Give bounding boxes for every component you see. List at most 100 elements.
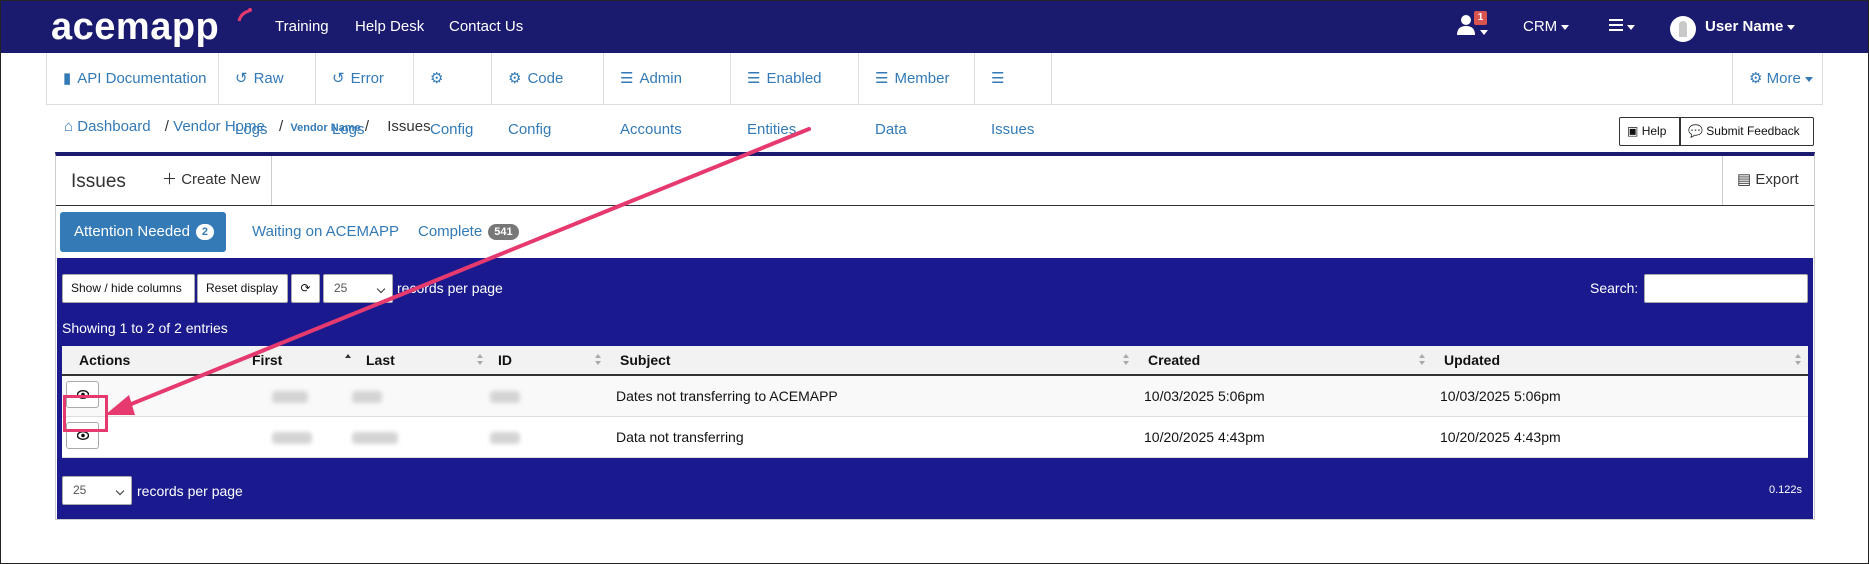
sort-icon: [1419, 354, 1426, 366]
list-icon: ☰: [620, 70, 634, 87]
breadcrumb-current: Issues: [387, 118, 431, 135]
notification-badge: 1: [1474, 11, 1487, 25]
last-cell: [352, 375, 490, 417]
records-per-page-label: records per page: [137, 483, 243, 499]
top-navbar: acemapp Training Help Desk Contact Us 1 …: [1, 1, 1868, 53]
redacted-text: [352, 391, 382, 404]
panel-title: Issues: [71, 171, 126, 192]
table-row: Data not transferring 10/20/2025 4:43pm …: [62, 416, 1808, 458]
show-hide-columns-button[interactable]: Show / hide columns: [62, 274, 195, 303]
nav-training[interactable]: Training: [275, 18, 329, 36]
subnav-code-config[interactable]: ⚙ Code Config: [492, 53, 604, 138]
created-cell: 10/20/2025 4:43pm: [1136, 416, 1432, 458]
datatable-wrapper: Show / hide columns Reset display ⟳ 25 r…: [57, 258, 1813, 519]
id-cell: [490, 416, 608, 458]
subnav-more-menu[interactable]: ⚙ More: [1732, 53, 1822, 104]
file-export-icon: ▤: [1737, 171, 1752, 188]
user-menu[interactable]: User Name: [1705, 18, 1796, 36]
cogs-icon: ⚙: [508, 70, 522, 87]
column-header-id[interactable]: ID: [490, 346, 608, 376]
records-per-page-label: records per page: [397, 280, 503, 296]
create-new-button[interactable]: ＋ Create New: [160, 156, 272, 205]
page-size-select-top[interactable]: 25: [323, 274, 393, 303]
tab-attention-needed[interactable]: Attention Needed 2: [60, 212, 226, 252]
tab-complete[interactable]: Complete 541: [404, 212, 524, 252]
page-size-select-bottom[interactable]: 25: [62, 476, 132, 505]
panel-header: Issues ＋ Create New ▤ Export: [56, 156, 1814, 206]
breadcrumb-vendor-home[interactable]: Vendor Home: [173, 118, 265, 135]
last-cell: [352, 416, 490, 458]
redacted-text: [272, 431, 312, 444]
tab-count-badge: 2: [195, 224, 215, 241]
user-avatar[interactable]: [1670, 16, 1696, 42]
breadcrumb: ⌂ Dashboard / Vendor Home / Vendor Name …: [64, 118, 431, 135]
subnav-raw-logs[interactable]: ↺ Raw Logs: [219, 53, 316, 138]
history-icon: ↺: [235, 70, 248, 87]
redacted-text: [352, 431, 398, 444]
table-row: Dates not transferring to ACEMAPP 10/03/…: [62, 375, 1808, 417]
column-header-first[interactable]: First: [230, 346, 358, 376]
logo-sparkle-icon: [237, 8, 252, 22]
subnav-error-logs[interactable]: ↺ Error Logs: [316, 53, 414, 138]
list-icon: ☰: [747, 70, 761, 87]
nav-help-desk[interactable]: Help Desk: [355, 18, 424, 36]
column-header-last[interactable]: Last: [358, 346, 490, 376]
column-header-subject[interactable]: Subject: [608, 346, 1136, 376]
sort-ascending-icon: [345, 354, 352, 366]
annotation-highlight-box: [63, 395, 108, 432]
redacted-text: [490, 391, 520, 404]
nav-contact-us[interactable]: Contact Us: [449, 18, 523, 36]
column-header-created[interactable]: Created: [1136, 346, 1432, 376]
sort-icon: [1123, 354, 1130, 366]
acemapp-logo[interactable]: acemapp: [51, 7, 219, 47]
history-icon: ↺: [332, 70, 345, 87]
breadcrumb-dashboard[interactable]: Dashboard: [77, 118, 150, 135]
tab-waiting-on-acemapp[interactable]: Waiting on ACEMAPP2: [238, 212, 412, 281]
id-cell: [490, 375, 608, 417]
subnav-issues[interactable]: ☰Issues: [975, 53, 1052, 138]
column-header-updated[interactable]: Updated: [1432, 346, 1808, 376]
list-icon: ☰: [875, 70, 889, 87]
book-icon: ▮: [63, 70, 72, 87]
subnav-enabled-entities[interactable]: ☰ Enabled Entities: [731, 53, 859, 138]
reset-display-button[interactable]: Reset display: [197, 274, 288, 303]
home-icon: ⌂: [64, 118, 74, 135]
tab-count-badge: 541: [488, 224, 519, 241]
submit-feedback-button[interactable]: 💬 Submit Feedback: [1680, 117, 1814, 146]
search-input[interactable]: [1644, 274, 1808, 303]
refresh-button[interactable]: ⟳: [291, 274, 320, 303]
help-button[interactable]: ▣ Help: [1619, 117, 1680, 146]
sort-icon: [595, 354, 602, 366]
breadcrumb-vendor-name[interactable]: Vendor Name: [290, 122, 360, 134]
subject-cell: Data not transferring: [608, 416, 1136, 458]
first-cell: [230, 416, 358, 458]
cogs-icon: ⚙: [430, 70, 444, 87]
comments-icon: 💬: [1688, 124, 1703, 138]
redacted-text: [272, 391, 308, 404]
issues-table: Actions First Last ID Subject Created Up…: [62, 346, 1808, 458]
subnav-config[interactable]: ⚙Config: [414, 53, 492, 138]
updated-cell: 10/20/2025 4:43pm: [1432, 416, 1808, 458]
subnav-api-documentation[interactable]: ▮ API Documentation: [47, 53, 219, 104]
first-cell: [230, 375, 358, 417]
showing-entries-info: Showing 1 to 2 of 2 entries: [62, 320, 228, 336]
search-label: Search:: [1590, 280, 1639, 296]
load-time: 0.122s: [1769, 484, 1803, 496]
list-icon: ☰: [991, 70, 1005, 87]
plus-icon: ＋: [162, 171, 178, 188]
column-header-actions[interactable]: Actions: [62, 346, 230, 376]
sort-icon: [477, 354, 484, 366]
issues-panel: Issues ＋ Create New ▤ Export Attention N…: [55, 152, 1815, 520]
sort-icon: [1795, 354, 1802, 366]
gear-icon: ⚙: [1749, 70, 1763, 87]
subnav-member-data[interactable]: ☰ Member Data: [859, 53, 975, 138]
hamburger-icon: [1609, 19, 1623, 31]
hamburger-menu[interactable]: [1609, 18, 1635, 36]
vendor-subnav: ▮ API Documentation ↺ Raw Logs ↺ Error Logs…: [46, 53, 1823, 138]
medkit-icon: ▣: [1627, 124, 1639, 138]
user-icon: [1457, 15, 1475, 35]
redacted-text: [490, 431, 520, 444]
export-button[interactable]: ▤ Export: [1722, 156, 1814, 205]
subnav-admin-accounts[interactable]: ☰ Admin Accounts: [604, 53, 731, 138]
crm-menu[interactable]: CRM: [1523, 18, 1570, 36]
